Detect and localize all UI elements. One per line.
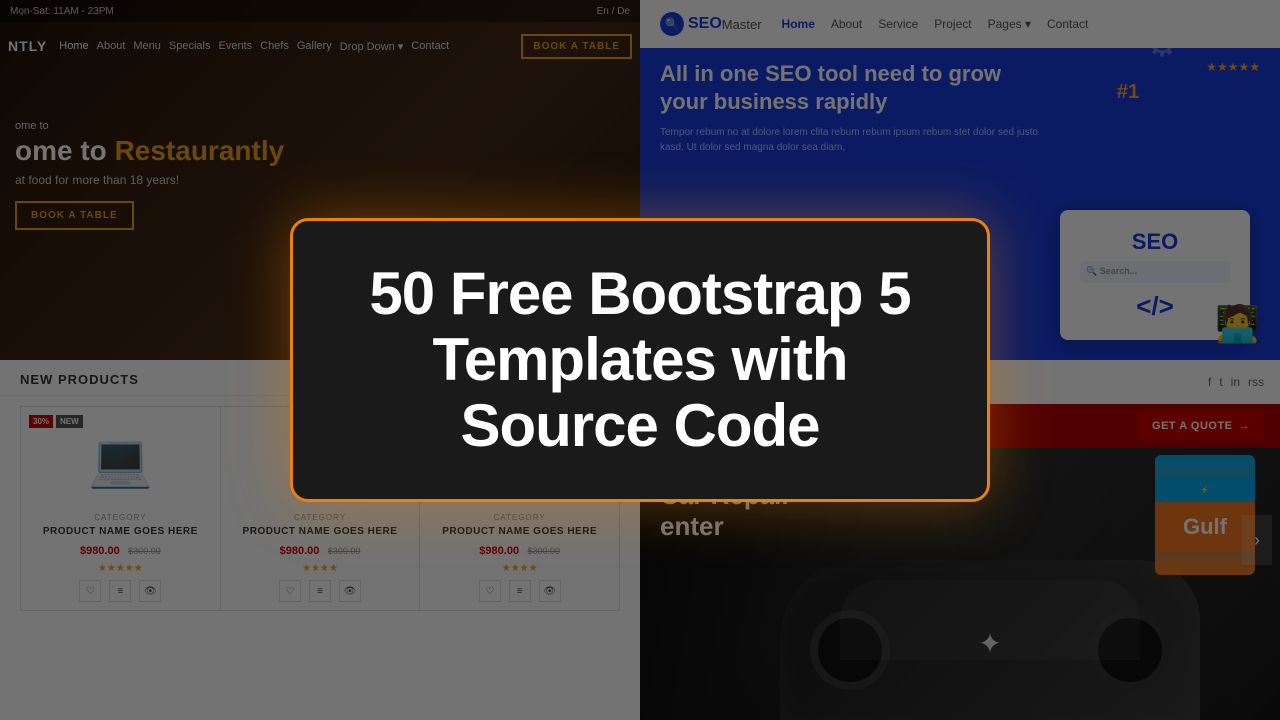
modal-overlay[interactable]: 50 Free Bootstrap 5 Templates with Sourc… xyxy=(0,0,1280,720)
modal-box: 50 Free Bootstrap 5 Templates with Sourc… xyxy=(290,218,990,502)
modal-title: 50 Free Bootstrap 5 Templates with Sourc… xyxy=(343,261,937,459)
